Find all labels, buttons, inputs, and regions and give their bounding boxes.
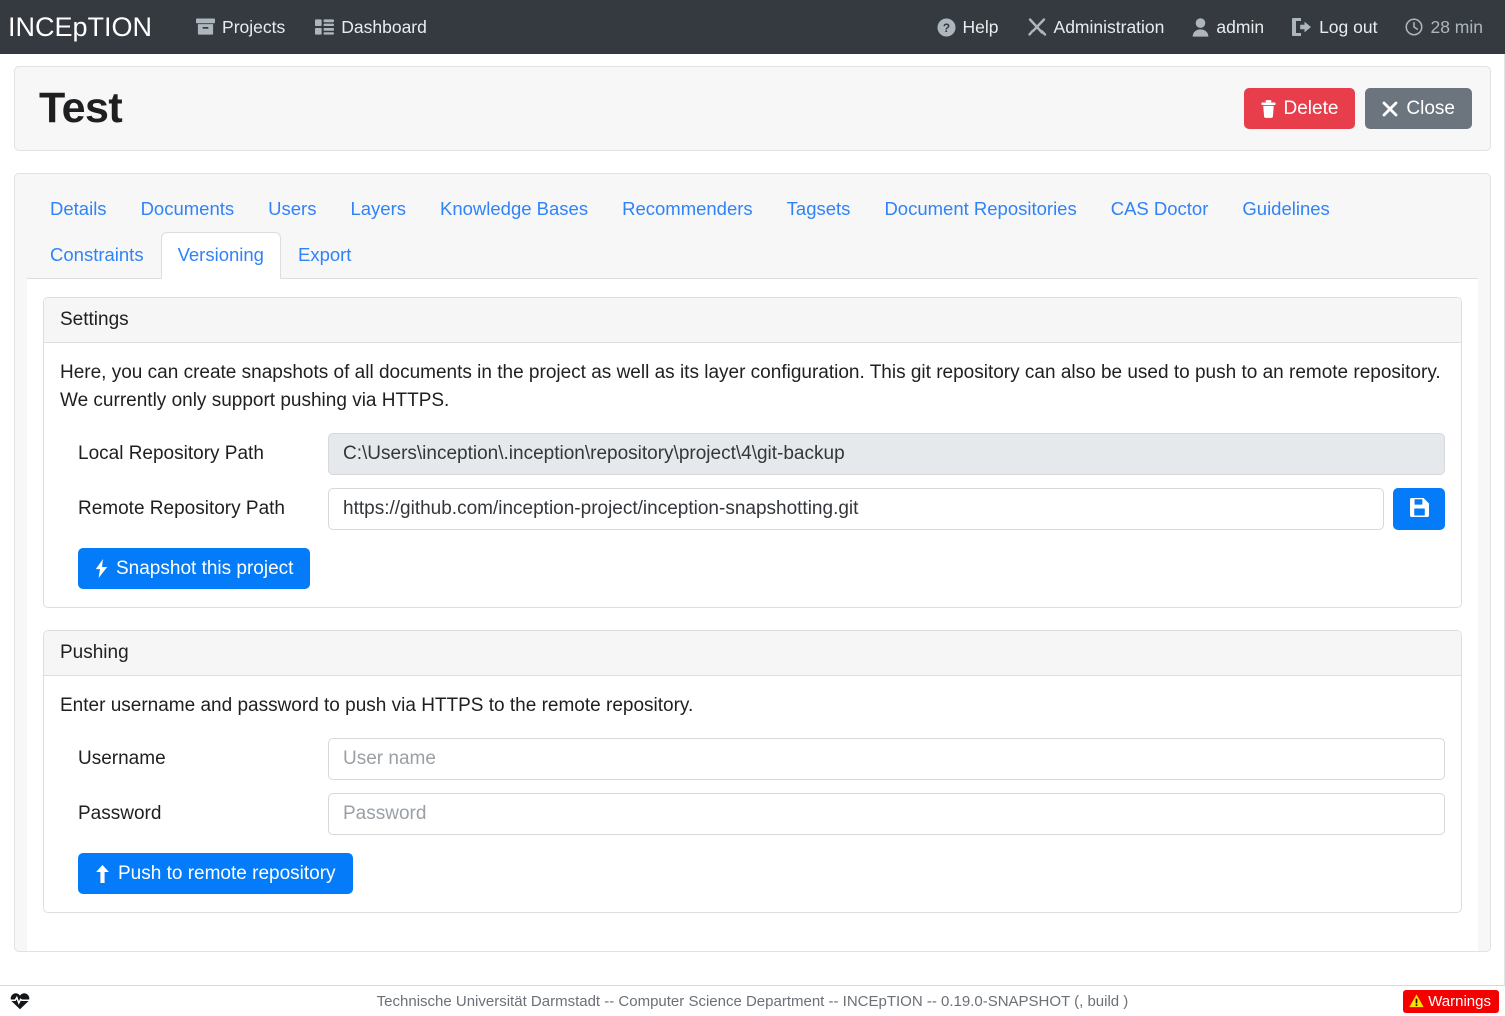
nav-item-projects-label: Projects [222, 17, 285, 38]
tab-document-repositories[interactable]: Document Repositories [867, 186, 1093, 233]
close-button[interactable]: Close [1365, 88, 1472, 129]
pushing-panel: Pushing Enter username and password to p… [43, 630, 1462, 913]
tab-users[interactable]: Users [251, 186, 333, 233]
tab-bar: Details Documents Users Layers Knowledge… [27, 186, 1478, 279]
username-label: Username [78, 748, 328, 770]
delete-button[interactable]: Delete [1244, 88, 1356, 129]
warning-triangle-icon [1409, 994, 1424, 1008]
warnings-badge-label: Warnings [1428, 993, 1491, 1010]
app-brand-logo[interactable]: INCEpTION [0, 12, 152, 43]
top-navigation-bar: INCEpTION Projects [0, 0, 1505, 54]
tab-constraints[interactable]: Constraints [33, 232, 161, 279]
tab-versioning[interactable]: Versioning [161, 232, 281, 279]
settings-panel: Settings Here, you can create snapshots … [43, 297, 1462, 608]
password-row: Password [60, 793, 1445, 835]
footer-text: Technische Universität Darmstadt -- Comp… [0, 993, 1505, 1010]
password-input[interactable] [328, 793, 1445, 835]
nav-item-projects[interactable]: Projects [196, 17, 285, 38]
arrow-up-icon [95, 865, 110, 883]
tools-icon [1027, 17, 1047, 37]
user-icon [1192, 18, 1209, 37]
nav-left-group: Projects Dashboard [196, 17, 427, 38]
local-repository-path-input [328, 433, 1445, 475]
save-floppy-icon [1410, 498, 1429, 520]
remote-repository-path-label: Remote Repository Path [78, 498, 328, 520]
remote-repository-input-group [328, 488, 1445, 530]
tab-tagsets[interactable]: Tagsets [770, 186, 868, 233]
tab-layers[interactable]: Layers [333, 186, 423, 233]
nav-item-logout-label: Log out [1319, 17, 1377, 38]
username-input[interactable] [328, 738, 1445, 780]
nav-item-help-label: Help [963, 17, 999, 38]
remote-repository-path-input[interactable] [328, 488, 1384, 530]
session-timer: 28 min [1405, 17, 1483, 38]
tab-knowledge-bases[interactable]: Knowledge Bases [423, 186, 605, 233]
push-button-row: Push to remote repository [60, 853, 1445, 894]
warnings-badge[interactable]: Warnings [1403, 990, 1499, 1013]
nav-item-user-label: admin [1216, 17, 1264, 38]
versioning-tab-content: Settings Here, you can create snapshots … [27, 279, 1478, 951]
local-repository-path-label: Local Repository Path [78, 443, 328, 465]
snapshot-button-row: Snapshot this project [60, 548, 1445, 589]
nav-item-logout[interactable]: Log out [1292, 17, 1377, 38]
snapshot-project-button[interactable]: Snapshot this project [78, 548, 310, 589]
close-icon [1382, 101, 1398, 117]
push-to-remote-button[interactable]: Push to remote repository [78, 853, 353, 894]
trash-icon [1261, 100, 1276, 118]
footer-bar: Technische Universität Darmstadt -- Comp… [0, 985, 1505, 1016]
tab-guidelines[interactable]: Guidelines [1225, 186, 1346, 233]
clock-icon [1405, 18, 1423, 36]
session-timer-label: 28 min [1430, 17, 1483, 38]
remote-repository-path-row: Remote Repository Path [60, 488, 1445, 530]
nav-item-dashboard-label: Dashboard [341, 17, 427, 38]
push-to-remote-button-label: Push to remote repository [118, 864, 336, 883]
svg-text:?: ? [942, 20, 949, 34]
nav-item-user[interactable]: admin [1192, 17, 1264, 38]
page-title: Test [39, 84, 122, 133]
nav-item-administration[interactable]: Administration [1027, 17, 1165, 38]
page-container: Test Delete Close [0, 54, 1505, 985]
archive-icon [196, 18, 215, 36]
pushing-panel-heading: Pushing [44, 631, 1461, 676]
username-row: Username [60, 738, 1445, 780]
tab-recommenders[interactable]: Recommenders [605, 186, 770, 233]
title-actions: Delete Close [1244, 88, 1473, 129]
tab-documents[interactable]: Documents [124, 186, 252, 233]
pushing-panel-body: Enter username and password to push via … [44, 676, 1461, 912]
tab-export[interactable]: Export [281, 232, 368, 279]
heartbeat-icon[interactable] [10, 992, 30, 1010]
settings-panel-heading: Settings [44, 298, 1461, 343]
settings-panel-body: Here, you can create snapshots of all do… [44, 343, 1461, 607]
save-remote-repository-button[interactable] [1393, 488, 1445, 530]
local-repository-path-row: Local Repository Path [60, 433, 1445, 475]
project-settings-card: Details Documents Users Layers Knowledge… [14, 173, 1491, 952]
nav-item-help[interactable]: ? Help [937, 17, 999, 38]
settings-description: Here, you can create snapshots of all do… [60, 359, 1445, 415]
dashboard-icon [315, 19, 334, 35]
password-label: Password [78, 803, 328, 825]
bolt-icon [95, 559, 108, 578]
close-button-label: Close [1406, 99, 1455, 118]
sign-out-icon [1292, 18, 1312, 36]
snapshot-project-button-label: Snapshot this project [116, 559, 293, 578]
nav-item-dashboard[interactable]: Dashboard [315, 17, 427, 38]
delete-button-label: Delete [1284, 99, 1339, 118]
nav-right-group: ? Help Administration [937, 17, 1491, 38]
pushing-description: Enter username and password to push via … [60, 692, 1445, 720]
tab-details[interactable]: Details [33, 186, 124, 233]
help-circle-icon: ? [937, 18, 956, 37]
nav-item-administration-label: Administration [1054, 17, 1165, 38]
project-title-bar: Test Delete Close [14, 66, 1491, 151]
tab-cas-doctor[interactable]: CAS Doctor [1094, 186, 1226, 233]
